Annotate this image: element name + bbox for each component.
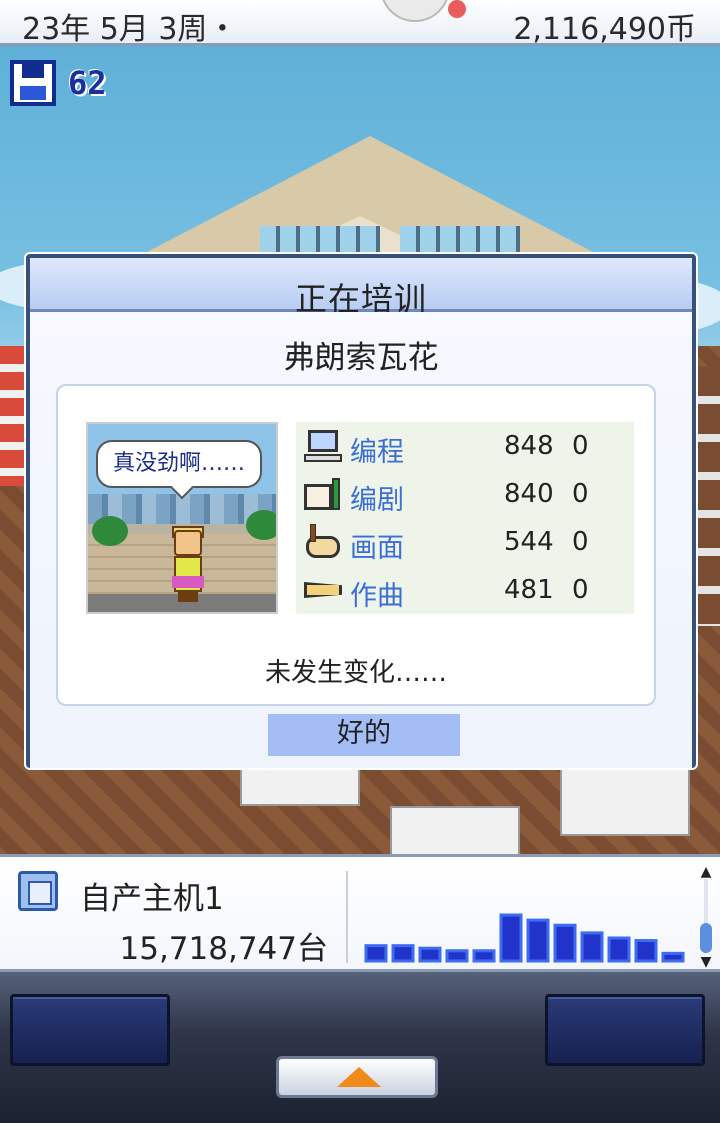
training-dialog: 正在培训 弗朗索瓦花 真没劲啊…… 编程 848 0 编剧 840 0 画面 5… — [26, 254, 696, 768]
staff-sprite — [168, 526, 208, 602]
sales-bar — [445, 949, 469, 963]
office-desk — [390, 806, 520, 854]
sales-bar — [634, 939, 658, 963]
speech-bubble: 真没劲啊…… — [96, 440, 262, 488]
speed-dial-icon[interactable] — [380, 0, 450, 22]
scroll-up-icon[interactable]: ▲ — [698, 865, 714, 879]
left-action-button[interactable] — [10, 994, 170, 1066]
sales-bar — [418, 946, 442, 963]
stat-delta: 0 — [572, 479, 589, 509]
stat-row-sound: 作曲 481 0 — [296, 566, 634, 614]
speed-indicator-icon — [448, 0, 466, 18]
training-panel: 真没劲啊…… 编程 848 0 编剧 840 0 画面 544 0 作曲 481… — [56, 384, 656, 706]
stat-value: 544 — [504, 527, 554, 557]
dialog-header: 正在培训 — [30, 258, 692, 318]
console-icon — [18, 871, 58, 911]
sales-bar — [391, 944, 415, 963]
stat-value: 848 — [504, 431, 554, 461]
top-status-bar: 23年 5月 3周・ 2,116,490币 — [0, 0, 720, 47]
panel-scrollbar[interactable]: ▲ ▼ — [698, 865, 714, 969]
divider — [346, 871, 348, 963]
right-action-button[interactable] — [545, 994, 705, 1066]
stat-delta: 0 — [572, 527, 589, 557]
stat-delta: 0 — [572, 575, 589, 605]
stat-delta: 0 — [572, 431, 589, 461]
dialog-body: 弗朗索瓦花 真没劲啊…… 编程 848 0 编剧 840 0 画面 544 0 … — [30, 312, 692, 768]
sales-bar — [499, 913, 523, 963]
scroll-down-icon[interactable]: ▼ — [698, 955, 714, 969]
stat-label: 作曲 — [350, 581, 404, 612]
stat-row-scenario: 编剧 840 0 — [296, 470, 634, 518]
console-name: 自产主机1 — [80, 881, 224, 917]
training-result: 未发生变化…… — [264, 658, 447, 688]
stat-label: 编剧 — [350, 485, 404, 516]
stat-row-programming: 编程 848 0 — [296, 422, 634, 470]
game-date: 23年 5月 3周・ — [22, 12, 238, 47]
vending-machine — [0, 346, 28, 486]
save-counter[interactable]: 62 — [10, 60, 107, 106]
book-pen-icon — [304, 476, 342, 512]
arrow-up-icon — [337, 1067, 381, 1087]
sales-bar — [661, 951, 685, 963]
ok-button[interactable]: 好的 — [268, 714, 460, 756]
funds-display: 2,116,490币 — [513, 12, 696, 47]
save-count: 62 — [68, 64, 107, 102]
stat-label: 画面 — [350, 533, 404, 564]
menu-toggle-button[interactable] — [276, 1056, 438, 1098]
scroll-thumb[interactable] — [700, 923, 712, 953]
sales-bar — [472, 949, 496, 963]
computer-icon — [304, 428, 342, 464]
console-sales: 15,718,747台 — [119, 931, 329, 967]
tree-icon — [246, 510, 276, 540]
skill-stats: 编程 848 0 编剧 840 0 画面 544 0 作曲 481 0 — [296, 422, 634, 614]
sales-bar — [580, 931, 604, 963]
trumpet-icon — [304, 572, 342, 608]
floppy-disk-icon — [10, 60, 56, 106]
sales-bar — [364, 944, 388, 963]
palette-icon — [304, 524, 342, 560]
staff-name: 弗朗索瓦花 — [283, 340, 439, 376]
console-sales-panel[interactable]: 自产主机1 15,718,747台 ▲ ▼ — [0, 854, 720, 972]
sales-bar — [526, 918, 550, 963]
stat-value: 840 — [504, 479, 554, 509]
stat-row-graphics: 画面 544 0 — [296, 518, 634, 566]
sales-bar — [607, 936, 631, 963]
tree-icon — [92, 516, 128, 546]
sales-bar-chart — [364, 913, 685, 963]
control-bar — [0, 972, 720, 1123]
staff-portrait: 真没劲啊…… — [86, 422, 278, 614]
bookshelf — [694, 366, 720, 626]
stat-label: 编程 — [350, 437, 404, 468]
sales-bar — [553, 923, 577, 963]
stat-value: 481 — [504, 575, 554, 605]
office-desk — [560, 766, 690, 836]
